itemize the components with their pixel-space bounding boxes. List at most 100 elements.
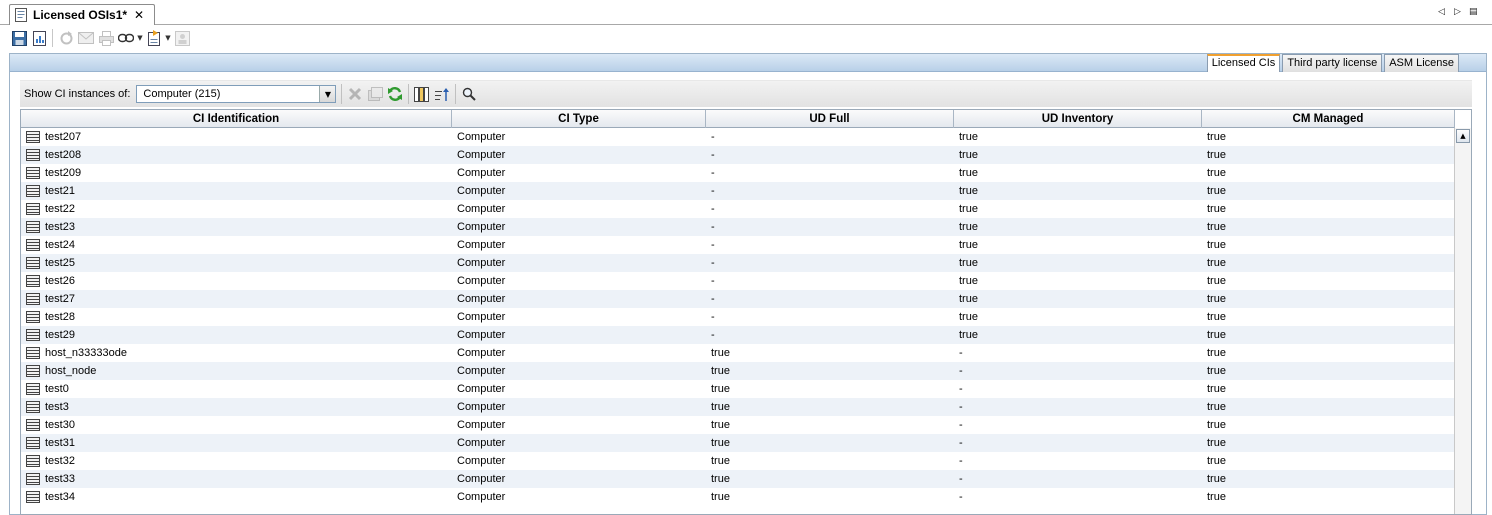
column-header-ud-inventory[interactable]: UD Inventory xyxy=(954,110,1202,128)
toolbar-separator xyxy=(52,29,53,47)
cell-ud-inventory: true xyxy=(959,185,978,197)
cell-ci-identification: test33 xyxy=(21,470,452,488)
cell-ci-identification: test32 xyxy=(21,452,452,470)
column-header-ci-type[interactable]: CI Type xyxy=(452,110,706,128)
properties-button[interactable] xyxy=(172,28,192,48)
ci-type-select[interactable]: Computer (215) ▼ xyxy=(136,85,337,103)
scroll-tabs-right-icon[interactable]: ▷ xyxy=(1454,7,1465,18)
table-row[interactable]: test0 Computer true - true xyxy=(21,380,1455,398)
cell-ud-inventory: - xyxy=(959,437,963,449)
table-row[interactable]: test21 Computer - true true xyxy=(21,182,1455,200)
cell-ci-identification: test31 xyxy=(21,434,452,452)
table-row[interactable]: host_n33333ode Computer true - true xyxy=(21,344,1455,362)
scroll-up-icon[interactable]: ▲ xyxy=(1456,129,1470,143)
cell-ud-inventory: - xyxy=(959,491,963,503)
cell-ud-full: - xyxy=(711,293,715,305)
licensed-cis-panel: Licensed CIs Third party license ASM Lic… xyxy=(9,53,1487,515)
table-row[interactable]: host_node Computer true - true xyxy=(21,362,1455,380)
cell-cm-managed: true xyxy=(1207,347,1226,359)
table-row[interactable]: test208 Computer - true true xyxy=(21,146,1455,164)
panel-header-band: Licensed CIs Third party license ASM Lic… xyxy=(10,54,1486,72)
computer-icon xyxy=(26,347,40,359)
link-button[interactable] xyxy=(116,28,136,48)
save-button[interactable] xyxy=(9,28,29,48)
ci-name: test22 xyxy=(45,203,75,215)
tab-asm-license[interactable]: ASM License xyxy=(1384,54,1459,72)
table-row[interactable]: test23 Computer - true true xyxy=(21,218,1455,236)
delete-x-icon xyxy=(349,87,362,101)
refresh-button[interactable] xyxy=(385,84,405,104)
link-dropdown-icon[interactable]: ▼ xyxy=(136,28,144,48)
cell-ci-identification: test207 xyxy=(21,128,452,146)
table-row[interactable]: test26 Computer - true true xyxy=(21,272,1455,290)
table-row[interactable]: test22 Computer - true true xyxy=(21,200,1455,218)
email-button[interactable] xyxy=(76,28,96,48)
table-row[interactable]: test34 Computer true - true xyxy=(21,488,1455,506)
table-row[interactable]: test24 Computer - true true xyxy=(21,236,1455,254)
table-body: test207 Computer - true true test208 Com… xyxy=(21,128,1455,506)
table-row[interactable]: test27 Computer - true true xyxy=(21,290,1455,308)
filter-toolbar: Show CI instances of: Computer (215) ▼ xyxy=(20,80,1472,107)
ci-name: test28 xyxy=(45,311,75,323)
table-header: CI Identification CI Type UD Full UD Inv… xyxy=(21,110,1455,128)
cell-ci-identification: test25 xyxy=(21,254,452,272)
cell-ud-inventory: - xyxy=(959,383,963,395)
print-button[interactable] xyxy=(96,28,116,48)
delete-button[interactable] xyxy=(345,84,365,104)
close-tab-icon[interactable]: ✕ xyxy=(134,8,144,22)
tab-third-party-license[interactable]: Third party license xyxy=(1282,54,1383,72)
ci-name: test26 xyxy=(45,275,75,287)
tab-strip-divider xyxy=(0,24,1492,25)
cell-ud-full: - xyxy=(711,167,715,179)
select-columns-button[interactable] xyxy=(412,84,432,104)
cell-ud-inventory: - xyxy=(959,347,963,359)
editor-tab-licensed-osis[interactable]: Licensed OSIs1* ✕ xyxy=(9,4,155,25)
ci-name: test25 xyxy=(45,257,75,269)
table-row[interactable]: test30 Computer true - true xyxy=(21,416,1455,434)
export-button[interactable] xyxy=(144,28,164,48)
cell-ci-identification: test21 xyxy=(21,182,452,200)
cell-ud-full: - xyxy=(711,185,715,197)
vertical-scrollbar[interactable]: ▲ xyxy=(1454,128,1471,514)
cell-cm-managed: true xyxy=(1207,437,1226,449)
cell-ud-full: true xyxy=(711,455,730,467)
column-header-cm-managed[interactable]: CM Managed xyxy=(1202,110,1455,128)
sort-button[interactable] xyxy=(432,84,452,104)
cell-ci-identification: test26 xyxy=(21,272,452,290)
save-report-button[interactable] xyxy=(29,28,49,48)
cell-cm-managed: true xyxy=(1207,239,1226,251)
table-row[interactable]: test209 Computer - true true xyxy=(21,164,1455,182)
table-row[interactable]: test33 Computer true - true xyxy=(21,470,1455,488)
table-row[interactable]: test29 Computer - true true xyxy=(21,326,1455,344)
column-header-ud-full[interactable]: UD Full xyxy=(706,110,954,128)
table-row[interactable]: test3 Computer true - true xyxy=(21,398,1455,416)
ci-name: test209 xyxy=(45,167,82,179)
cell-ci-identification: test34 xyxy=(21,488,452,506)
cell-cm-managed: true xyxy=(1207,473,1226,485)
tab-list-menu-icon[interactable]: ▤ xyxy=(1469,7,1480,18)
computer-icon xyxy=(26,491,40,503)
scroll-tabs-left-icon[interactable]: ◁ xyxy=(1438,7,1449,18)
reload-button[interactable] xyxy=(56,28,76,48)
ci-name: host_node xyxy=(45,365,97,377)
export-dropdown-icon[interactable]: ▼ xyxy=(164,28,172,48)
cell-cm-managed: true xyxy=(1207,257,1226,269)
ci-name: test33 xyxy=(45,473,75,485)
properties-ci-button[interactable] xyxy=(365,84,385,104)
table-row[interactable]: test31 Computer true - true xyxy=(21,434,1455,452)
cell-ud-full: - xyxy=(711,131,715,143)
tab-licensed-cis[interactable]: Licensed CIs xyxy=(1206,54,1281,72)
cell-cm-managed: true xyxy=(1207,221,1226,233)
cell-ud-full: true xyxy=(711,491,730,503)
cell-ci-identification: test3 xyxy=(21,398,452,416)
column-header-ci-identification[interactable]: CI Identification xyxy=(21,110,452,128)
table-row[interactable]: test207 Computer - true true xyxy=(21,128,1455,146)
table-row[interactable]: test28 Computer - true true xyxy=(21,308,1455,326)
table-row[interactable]: test25 Computer - true true xyxy=(21,254,1455,272)
computer-icon xyxy=(26,455,40,467)
cell-ud-inventory: true xyxy=(959,167,978,179)
chevron-down-icon[interactable]: ▼ xyxy=(319,86,336,102)
table-row[interactable]: test32 Computer true - true xyxy=(21,452,1455,470)
search-button[interactable] xyxy=(459,84,479,104)
cell-ci-type: Computer xyxy=(457,167,506,179)
